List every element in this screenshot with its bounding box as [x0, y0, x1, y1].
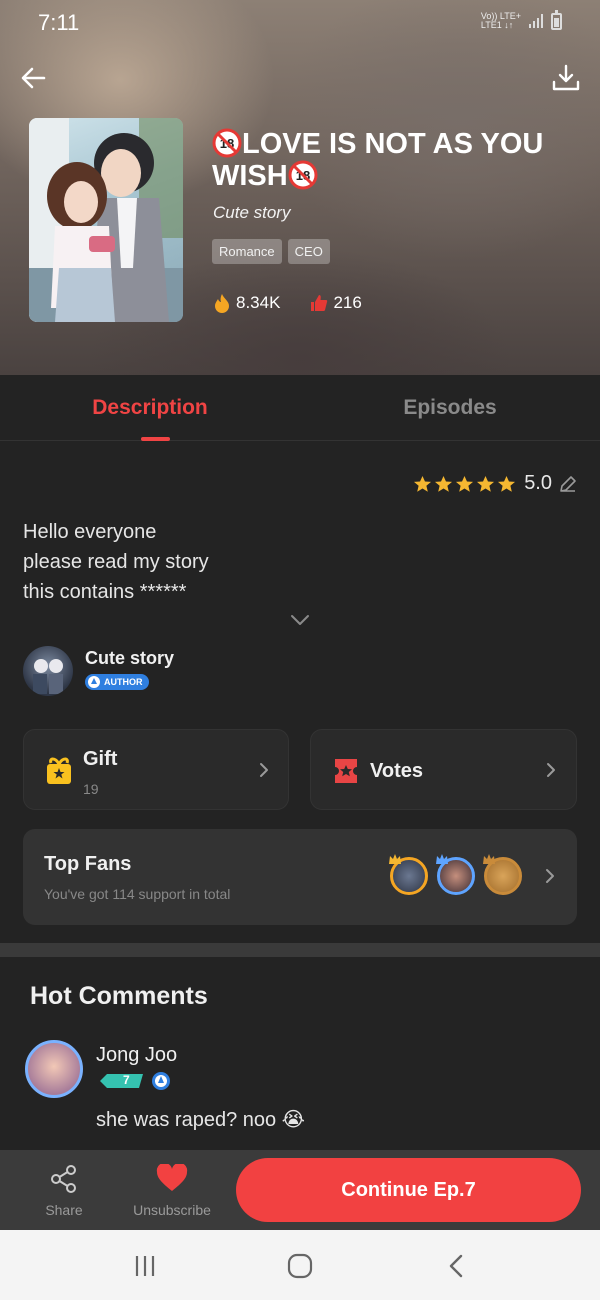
status-time: 7:11 [38, 10, 80, 35]
gift-icon [47, 757, 71, 784]
continue-reading-button[interactable]: Continue Ep.7 [236, 1158, 581, 1222]
star-icon [477, 475, 495, 492]
likes-count: 216 [333, 293, 362, 312]
votes-card[interactable]: Votes [310, 729, 577, 810]
author-profile[interactable]: Cute story AUTHOR [23, 646, 174, 696]
rating-value: 5.0 [524, 472, 552, 494]
expand-description-icon[interactable] [288, 612, 312, 628]
author-badge: AUTHOR [85, 674, 149, 690]
level-badge-icon [100, 1074, 143, 1088]
tag-ceo[interactable]: CEO [287, 239, 330, 264]
comment-avatar[interactable] [25, 1040, 83, 1098]
author-name: Cute story [85, 648, 175, 668]
fire-icon [215, 294, 229, 313]
star-icon [435, 475, 453, 492]
system-icons: Vo)) LTE+ LTE1 ↓↑ [480, 9, 562, 30]
back-arrow-icon [21, 67, 46, 89]
gift-count: 19 [83, 781, 99, 797]
description-text: Hello everyone please read my story this… [23, 517, 209, 607]
author-badge-icon [88, 676, 100, 688]
section-divider [0, 943, 600, 957]
system-back-icon[interactable] [443, 1252, 471, 1280]
description-line: please read my story [23, 551, 209, 573]
back-button[interactable] [18, 62, 50, 94]
battery-icon [551, 9, 562, 30]
views-stat: 8.34K [213, 293, 280, 313]
home-icon[interactable] [286, 1252, 314, 1280]
heart-icon [156, 1164, 188, 1191]
likes-stat: 216 [310, 293, 362, 313]
comment-level: 7 [123, 1073, 130, 1087]
rating: 5.0 [413, 472, 578, 495]
chevron-right-icon [546, 869, 554, 883]
crown-icon [436, 854, 448, 864]
tab-description[interactable]: Description [0, 375, 300, 441]
ticket-icon [335, 759, 357, 783]
votes-label: Votes [370, 760, 423, 782]
description-line: this contains ****** [23, 581, 187, 603]
writer-badge-icon [152, 1072, 170, 1090]
unsubscribe-button[interactable]: Unsubscribe [128, 1164, 216, 1218]
author-avatar[interactable] [23, 646, 73, 696]
top-fans-card[interactable]: Top Fans You've got 114 support in total [23, 829, 577, 925]
crown-icon [389, 854, 401, 864]
tag-romance[interactable]: Romance [212, 239, 282, 264]
description-line: Hello everyone [23, 521, 157, 543]
book-title: 18 LOVE IS NOT AS YOU WISH 18 [212, 128, 572, 192]
book-header: 7:11 Vo)) LTE+ LTE1 ↓↑ LOVE IS NOT AS YO… [0, 0, 600, 375]
share-icon [51, 1165, 76, 1193]
download-button[interactable] [550, 62, 582, 94]
chevron-right-icon [547, 763, 555, 777]
adult-content-icon-trailing: 18 [288, 160, 318, 190]
star-rating[interactable] [413, 475, 516, 493]
hot-comments-title: Hot Comments [30, 982, 208, 1010]
tag-list: Romance CEO [212, 239, 330, 264]
gift-label: Gift [83, 748, 118, 770]
network-indicator: Vo)) LTE+ LTE1 ↓↑ [480, 11, 521, 30]
recent-apps-icon[interactable] [131, 1252, 159, 1280]
share-button[interactable]: Share [40, 1164, 88, 1218]
star-icon [456, 475, 474, 492]
status-bar: 7:11 Vo)) LTE+ LTE1 ↓↑ [0, 0, 600, 48]
top-fans-subtitle: You've got 114 support in total [44, 886, 231, 902]
download-icon [552, 64, 580, 91]
book-stats: 8.34K 216 [213, 293, 392, 313]
edit-rating-icon[interactable] [558, 474, 578, 494]
thumbs-up-icon [311, 295, 328, 311]
crown-icon [483, 854, 495, 864]
top-fans-title: Top Fans [44, 853, 132, 875]
star-icon [498, 475, 516, 492]
signal-icon [529, 14, 543, 28]
book-author[interactable]: Cute story [213, 203, 290, 223]
book-title-text: LOVE IS NOT AS YOU WISH [212, 128, 544, 192]
book-cover[interactable] [29, 118, 183, 322]
share-label: Share [45, 1202, 83, 1218]
tab-episodes[interactable]: Episodes [300, 375, 600, 441]
author-avatar-image [33, 659, 63, 694]
comment-text: she was raped? noo 😭 [96, 1109, 306, 1131]
system-navigation-bar [0, 1230, 600, 1300]
gift-card[interactable]: Gift 19 [23, 729, 289, 810]
detail-tabs: Description Episodes [0, 375, 600, 441]
chevron-right-icon [260, 763, 268, 777]
cover-illustration [29, 118, 183, 322]
comment-username[interactable]: Jong Joo [96, 1044, 177, 1067]
star-icon [414, 475, 432, 492]
unsubscribe-label: Unsubscribe [133, 1202, 211, 1218]
views-count: 8.34K [236, 293, 281, 312]
adult-content-icon: 18 [212, 128, 242, 158]
bottom-action-bar: Share Unsubscribe Continue Ep.7 [0, 1150, 600, 1230]
